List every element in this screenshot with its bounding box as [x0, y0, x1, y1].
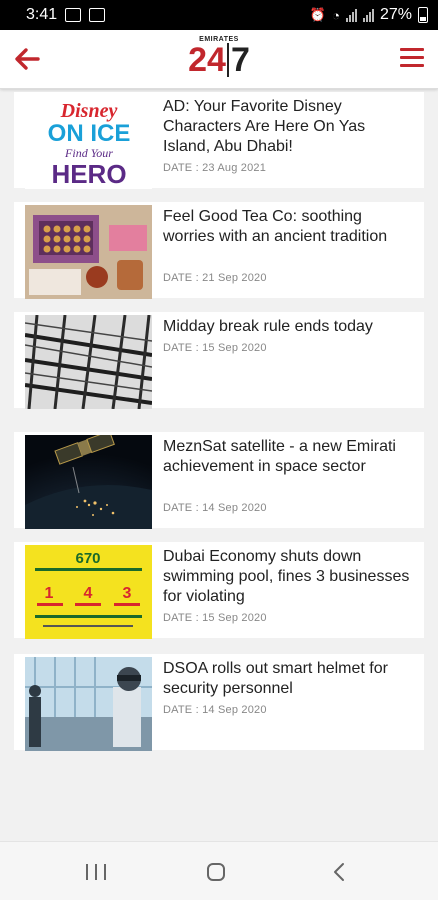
- article-title: MeznSat satellite - a new Emirati achiev…: [163, 438, 396, 475]
- article-card[interactable]: 670 1 4 3 Dubai Economy shuts down swimm…: [14, 542, 424, 639]
- article-title: Midday break rule ends today: [163, 318, 373, 335]
- article-date: DATE : 15 Sep 2020: [163, 342, 267, 354]
- svg-text:Find Your: Find Your: [64, 146, 113, 160]
- svg-text:670: 670: [75, 550, 100, 567]
- notice-poster-image: 670 1 4 3: [25, 545, 152, 639]
- signal-icon: [345, 8, 357, 22]
- article-title: Feel Good Tea Co: soothing worries with …: [163, 208, 388, 245]
- battery-percent: 27%: [379, 6, 412, 23]
- nav-back-icon[interactable]: [332, 862, 346, 882]
- home-icon[interactable]: [207, 863, 225, 881]
- article-card[interactable]: Feel Good Tea Co: soothing worries with …: [14, 202, 424, 299]
- article-date: DATE : 15 Sep 2020: [163, 612, 267, 624]
- article-card[interactable]: DSOA rolls out smart helmet for security…: [14, 654, 424, 751]
- signal-icon-2: [362, 8, 374, 22]
- article-date: DATE : 23 Aug 2021: [163, 162, 267, 174]
- image-notification-icon: [65, 8, 82, 22]
- gallery-notification-icon: [89, 8, 106, 22]
- status-time: 3:41: [26, 6, 58, 23]
- article-title: AD: Your Favorite Disney Characters Are …: [163, 98, 366, 155]
- tea-box-image: [25, 205, 152, 299]
- emirates-247-logo[interactable]: EMIRATES 24 7: [186, 36, 252, 82]
- article-title: DSOA rolls out smart helmet for security…: [163, 660, 388, 697]
- satellite-image: [25, 435, 152, 529]
- svg-text:ON ICE: ON ICE: [48, 120, 131, 147]
- article-date: DATE : 14 Sep 2020: [163, 704, 267, 716]
- logo-24: 24: [188, 41, 226, 79]
- svg-text:HERO: HERO: [51, 159, 126, 189]
- article-title: Dubai Economy shuts down swimming pool, …: [163, 548, 410, 605]
- article-date: DATE : 21 Sep 2020: [163, 272, 267, 284]
- logo-main: 24 7: [186, 43, 252, 77]
- svg-text:Disney: Disney: [60, 100, 118, 122]
- battery-icon: [418, 7, 428, 23]
- disney-on-ice-image: Disney ON ICE Find Your HERO: [25, 95, 152, 189]
- status-left: 3:41: [26, 6, 106, 24]
- alarm-icon: ⏰: [309, 7, 327, 22]
- svg-text:4: 4: [84, 585, 93, 602]
- back-arrow-icon[interactable]: [12, 44, 42, 74]
- logo-7: 7: [226, 43, 250, 77]
- status-bar: 3:41 ⏰ ◔ 27%: [0, 0, 438, 30]
- smart-helmet-image: [25, 657, 152, 751]
- article-date: DATE : 14 Sep 2020: [163, 502, 267, 514]
- article-card[interactable]: MeznSat satellite - a new Emirati achiev…: [14, 432, 424, 529]
- wifi-icon: ◔: [332, 7, 340, 23]
- svg-text:1: 1: [45, 585, 54, 602]
- status-right: ⏰ ◔ 27%: [310, 6, 428, 24]
- recent-apps-icon[interactable]: [86, 864, 106, 880]
- svg-text:3: 3: [123, 585, 132, 602]
- hamburger-menu-icon[interactable]: [400, 48, 424, 68]
- article-card[interactable]: Disney ON ICE Find Your HERO AD: Your Fa…: [14, 92, 424, 189]
- system-nav-bar: [0, 841, 438, 900]
- article-card[interactable]: Midday break rule ends today DATE : 15 S…: [14, 312, 424, 409]
- scaffolding-image: [25, 315, 152, 409]
- app-header: EMIRATES 24 7: [0, 30, 438, 89]
